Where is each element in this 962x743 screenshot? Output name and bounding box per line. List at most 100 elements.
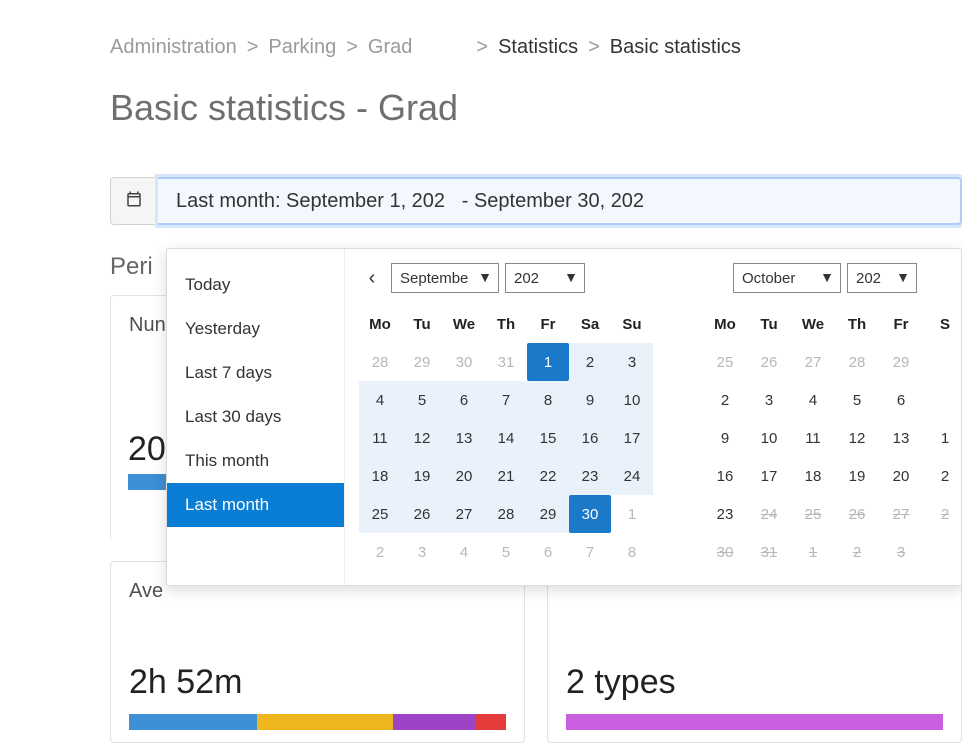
calendar-day[interactable]: 8 — [527, 381, 569, 419]
calendar-day[interactable]: 6 — [879, 381, 923, 419]
calendar-day[interactable]: 21 — [485, 457, 527, 495]
preset-item[interactable]: Last 30 days — [167, 395, 344, 439]
calendar-day[interactable]: 26 — [747, 343, 791, 381]
calendar-day[interactable]: 6 — [443, 381, 485, 419]
calendar-day[interactable]: 1 — [791, 533, 835, 571]
calendar-day[interactable]: 29 — [879, 343, 923, 381]
calendar-day[interactable]: 12 — [835, 419, 879, 457]
breadcrumb-item[interactable]: Parking — [268, 36, 336, 59]
calendar-day[interactable]: 26 — [401, 495, 443, 533]
preset-item[interactable]: Yesterday — [167, 307, 344, 351]
calendar-day[interactable]: 29 — [401, 343, 443, 381]
calendar-day[interactable]: 10 — [747, 419, 791, 457]
calendar-day[interactable]: 20 — [879, 457, 923, 495]
calendar-day[interactable]: 16 — [569, 419, 611, 457]
calendar-day[interactable]: 2 — [359, 533, 401, 571]
calendar-day[interactable]: 7 — [485, 381, 527, 419]
calendar-day[interactable]: 4 — [359, 381, 401, 419]
breadcrumb-item[interactable]: Administration — [110, 36, 237, 59]
calendar-day[interactable]: 18 — [791, 457, 835, 495]
weekday-header: Fr — [879, 305, 923, 343]
calendar-day[interactable]: 2 — [923, 457, 962, 495]
calendar-day[interactable]: 27 — [879, 495, 923, 533]
breadcrumb: Administration>Parking>Grad>Statistics>B… — [110, 36, 962, 59]
calendar-day[interactable]: 31 — [485, 343, 527, 381]
calendar-day[interactable]: 6 — [527, 533, 569, 571]
calendar-day[interactable]: 19 — [401, 457, 443, 495]
calendar-day[interactable]: 30 — [703, 533, 747, 571]
calendar-day[interactable]: 29 — [527, 495, 569, 533]
calendar-day[interactable]: 4 — [443, 533, 485, 571]
year-select-right[interactable]: 202 ▼ — [847, 263, 917, 293]
calendar-day[interactable]: 10 — [611, 381, 653, 419]
calendar-day[interactable]: 1 — [611, 495, 653, 533]
calendar-day[interactable]: 3 — [747, 381, 791, 419]
preset-item[interactable]: Today — [167, 263, 344, 307]
calendar-day[interactable]: 15 — [527, 419, 569, 457]
calendar-day[interactable]: 2 — [703, 381, 747, 419]
breadcrumb-item[interactable]: Grad — [368, 36, 412, 59]
calendar-day[interactable]: 1 — [527, 343, 569, 381]
calendar-day[interactable]: 19 — [835, 457, 879, 495]
calendar-day[interactable]: 27 — [791, 343, 835, 381]
calendar-day[interactable]: 9 — [569, 381, 611, 419]
calendar-day[interactable]: 26 — [835, 495, 879, 533]
calendar-day[interactable]: 12 — [401, 419, 443, 457]
calendar-day[interactable]: 17 — [611, 419, 653, 457]
calendar-day[interactable]: 7 — [569, 533, 611, 571]
calendar-day[interactable]: 3 — [879, 533, 923, 571]
calendar-day[interactable]: 28 — [835, 343, 879, 381]
calendar-day[interactable]: 17 — [747, 457, 791, 495]
calendar-day[interactable]: 28 — [359, 343, 401, 381]
calendar-day[interactable]: 24 — [611, 457, 653, 495]
calendar-day — [923, 381, 962, 419]
date-range-input[interactable] — [158, 177, 962, 225]
calendar-day[interactable]: 30 — [443, 343, 485, 381]
calendar-day[interactable]: 31 — [747, 533, 791, 571]
preset-item[interactable]: Last month — [167, 483, 344, 527]
calendar-day[interactable]: 25 — [791, 495, 835, 533]
calendar-day[interactable]: 23 — [703, 495, 747, 533]
breadcrumb-item[interactable]: Statistics — [498, 36, 578, 59]
calendar-day[interactable]: 13 — [879, 419, 923, 457]
preset-item[interactable]: This month — [167, 439, 344, 483]
calendar-day[interactable]: 23 — [569, 457, 611, 495]
calendar-day[interactable]: 2 — [569, 343, 611, 381]
calendar-day[interactable]: 5 — [485, 533, 527, 571]
calendar-day[interactable]: 11 — [791, 419, 835, 457]
weekday-header: Mo — [359, 305, 401, 343]
calendar-day[interactable]: 11 — [359, 419, 401, 457]
calendar-day[interactable]: 25 — [359, 495, 401, 533]
breadcrumb-item[interactable]: Basic statistics — [610, 36, 741, 59]
calendar-day[interactable]: 14 — [485, 419, 527, 457]
month-select-left[interactable]: Septembe ▼ — [391, 263, 499, 293]
calendar-day[interactable]: 9 — [703, 419, 747, 457]
calendar-day[interactable]: 3 — [611, 343, 653, 381]
prev-month-button[interactable]: ‹ — [359, 264, 385, 292]
calendar-day[interactable]: 13 — [443, 419, 485, 457]
calendar-day[interactable]: 16 — [703, 457, 747, 495]
calendar-day[interactable]: 2 — [923, 495, 962, 533]
calendar-day[interactable]: 20 — [443, 457, 485, 495]
calendar-day[interactable]: 4 — [791, 381, 835, 419]
preset-item[interactable]: Last 7 days — [167, 351, 344, 395]
calendar-day[interactable]: 2 — [835, 533, 879, 571]
calendar-day[interactable]: 24 — [747, 495, 791, 533]
calendar-day[interactable]: 8 — [611, 533, 653, 571]
month-select-right[interactable]: October ▼ — [733, 263, 841, 293]
calendar-day[interactable]: 28 — [485, 495, 527, 533]
calendar-day[interactable]: 5 — [835, 381, 879, 419]
types-card-value: 2 types — [566, 663, 943, 702]
calendar-day[interactable]: 18 — [359, 457, 401, 495]
calendar-day[interactable]: 1 — [923, 419, 962, 457]
calendar-day[interactable]: 5 — [401, 381, 443, 419]
calendar-day[interactable]: 22 — [527, 457, 569, 495]
calendar-toggle-button[interactable] — [110, 177, 158, 225]
calendar-day[interactable]: 27 — [443, 495, 485, 533]
calendar-day[interactable]: 30 — [569, 495, 611, 533]
year-select-left[interactable]: 202 ▼ — [505, 263, 585, 293]
calendar-left: MoTuWeThFrSaSu28293031123456789101112131… — [359, 305, 669, 571]
weekday-header: Mo — [703, 305, 747, 343]
calendar-day[interactable]: 3 — [401, 533, 443, 571]
calendar-day[interactable]: 25 — [703, 343, 747, 381]
